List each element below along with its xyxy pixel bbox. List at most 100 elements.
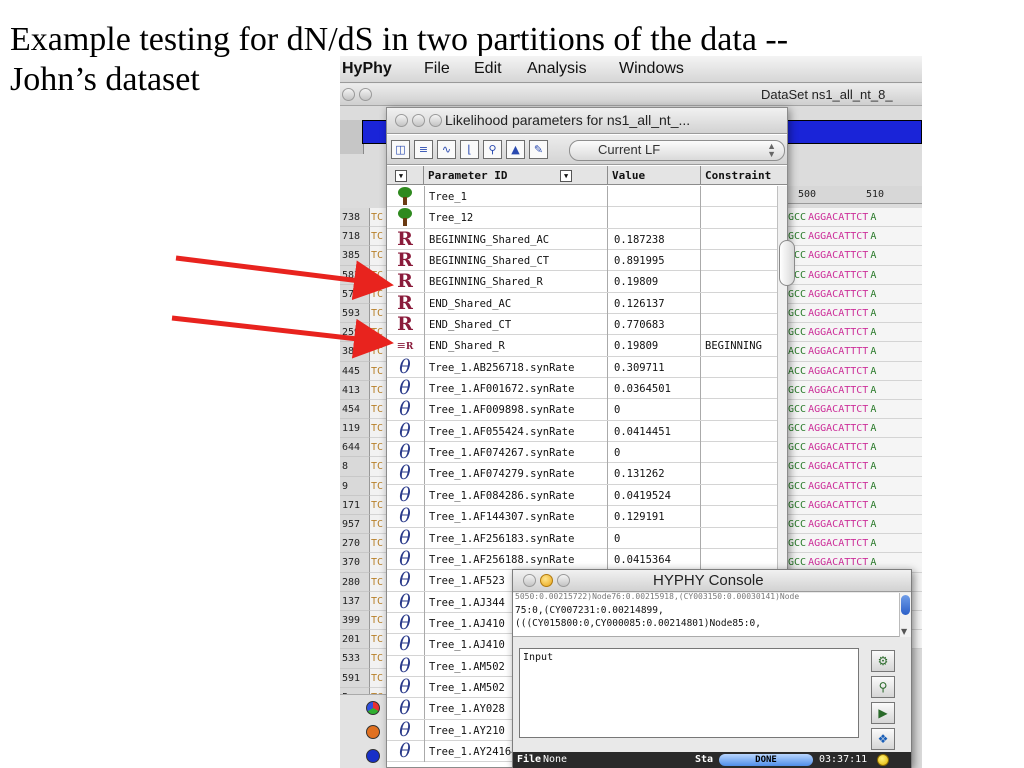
search-icon[interactable]: ⚲ bbox=[871, 676, 895, 698]
sequence-id[interactable]: 644 bbox=[340, 438, 370, 458]
header-constraint[interactable]: Constraint bbox=[701, 166, 787, 184]
parameter-value[interactable]: 0 bbox=[608, 442, 701, 464]
table-row[interactable]: θ Tree_1.AF256183.synRate 0 bbox=[387, 527, 777, 549]
table-row[interactable]: θ Tree_1.AF074267.synRate 0 bbox=[387, 442, 777, 464]
scrollbar-thumb[interactable] bbox=[779, 240, 795, 286]
parameter-value[interactable] bbox=[608, 207, 701, 229]
parameter-constraint[interactable] bbox=[701, 314, 777, 335]
parameter-constraint[interactable] bbox=[701, 463, 777, 484]
sequence-id[interactable]: 533 bbox=[340, 649, 370, 669]
sequence-id[interactable]: 579 bbox=[340, 284, 370, 304]
minimize-button[interactable] bbox=[540, 574, 553, 587]
scrollbar-thumb[interactable] bbox=[901, 595, 910, 615]
console-input[interactable]: Input bbox=[519, 648, 859, 738]
table-row[interactable]: θ Tree_1.AF055424.synRate 0.0414451 bbox=[387, 420, 777, 443]
table-row[interactable]: θ Tree_1.AB256718.synRate 0.309711 bbox=[387, 356, 777, 379]
parameter-constraint[interactable]: BEGINNING bbox=[701, 335, 777, 356]
sequence-id[interactable]: 445 bbox=[340, 361, 370, 381]
table-row[interactable]: θ Tree_1.AF084286.synRate 0.0419524 bbox=[387, 484, 777, 507]
zoom-button[interactable] bbox=[557, 574, 570, 587]
parameter-value[interactable]: 0 bbox=[608, 399, 701, 421]
parameter-constraint[interactable] bbox=[701, 293, 777, 314]
parameter-value[interactable]: 0.187238 bbox=[608, 228, 701, 250]
sequence-alignment-row[interactable]: TGCCAGGACATTCTA bbox=[780, 495, 922, 515]
parameter-constraint[interactable] bbox=[701, 399, 777, 420]
sequence-alignment-row[interactable]: TGCCAGGACATTCTA bbox=[780, 419, 922, 439]
sequence-alignment-row[interactable]: TGCCAGGACATTCTA bbox=[780, 457, 922, 477]
minimize-button[interactable] bbox=[412, 114, 425, 127]
sequence-id[interactable]: 399 bbox=[340, 610, 370, 631]
sequence-id[interactable]: 171 bbox=[340, 495, 370, 515]
table-row[interactable]: ≡R END_Shared_R 0.19809 BEGINNING bbox=[387, 335, 777, 357]
parameter-constraint[interactable] bbox=[701, 485, 777, 506]
tree-icon[interactable]: ▲ bbox=[506, 140, 525, 159]
close-button[interactable] bbox=[523, 574, 536, 587]
table-row[interactable]: θ Tree_1.AF144307.synRate 0.129191 bbox=[387, 506, 777, 528]
console-scrollbar[interactable]: ▼ bbox=[899, 593, 911, 637]
table-row[interactable]: R BEGINNING_Shared_R 0.19809 bbox=[387, 271, 777, 293]
parameter-value[interactable]: 0.0414451 bbox=[608, 420, 701, 442]
settings-icon[interactable]: ⚙ bbox=[871, 650, 895, 672]
copy-params-icon[interactable]: ◫ bbox=[391, 140, 410, 159]
sequence-id[interactable]: 119 bbox=[340, 419, 370, 439]
table-row[interactable]: θ Tree_1.AF074279.synRate 0.131262 bbox=[387, 463, 777, 485]
sequence-id[interactable]: 591 bbox=[340, 668, 370, 688]
table-row[interactable]: R END_Shared_CT 0.770683 bbox=[387, 314, 777, 336]
sequence-id[interactable]: 738 bbox=[340, 208, 370, 228]
menu-analysis[interactable]: Analysis bbox=[527, 60, 587, 78]
close-button[interactable] bbox=[395, 114, 408, 127]
parameter-value[interactable]: 0.0415364 bbox=[608, 548, 701, 570]
parameter-constraint[interactable] bbox=[701, 271, 777, 292]
bracket-icon[interactable]: ⌊ bbox=[460, 140, 479, 159]
sequence-id[interactable]: 259 bbox=[340, 323, 370, 343]
run-icon[interactable]: ▶ bbox=[871, 702, 895, 724]
menu-app-hyphy[interactable]: HyPhy bbox=[342, 60, 392, 78]
sequence-alignment-row[interactable]: TGCCAGGACATTCTA bbox=[780, 227, 922, 247]
table-row[interactable]: θ Tree_1.AF001672.synRate 0.0364501 bbox=[387, 378, 777, 400]
sequence-id[interactable]: 387 bbox=[340, 342, 370, 362]
sequence-id[interactable]: 280 bbox=[340, 572, 370, 592]
sequence-alignment-row[interactable]: TGCCAGGACATTCTA bbox=[780, 323, 922, 343]
navigate-icon[interactable]: ❖ bbox=[871, 728, 895, 750]
header-value[interactable]: Value bbox=[608, 166, 701, 184]
sequence-id[interactable]: 718 bbox=[340, 227, 370, 247]
sequence-alignment-row[interactable]: TGCCAGGACATTCTA bbox=[780, 284, 922, 304]
sequence-id[interactable]: 454 bbox=[340, 399, 370, 420]
parameter-constraint[interactable] bbox=[701, 506, 777, 527]
parameter-constraint[interactable] bbox=[701, 549, 777, 570]
table-row[interactable]: Tree_1 bbox=[387, 186, 777, 208]
chevron-down-icon[interactable]: ▼ bbox=[560, 170, 573, 182]
parameter-constraint[interactable] bbox=[701, 229, 777, 250]
chevron-down-icon[interactable]: ▼ bbox=[901, 627, 907, 636]
sequence-alignment-row[interactable]: TGCCAGGACATTCTA bbox=[780, 515, 922, 535]
chevron-down-icon[interactable]: ▼ bbox=[395, 170, 407, 182]
menu-file[interactable]: File bbox=[424, 60, 450, 78]
parameter-value[interactable]: 0.19809 bbox=[608, 335, 701, 357]
icon-column-header[interactable]: ▼ bbox=[387, 166, 424, 184]
parameter-value[interactable]: 0.0419524 bbox=[608, 484, 701, 506]
close-button[interactable] bbox=[342, 88, 355, 101]
parameter-value[interactable]: 0.891995 bbox=[608, 250, 701, 272]
blue-dot-icon[interactable] bbox=[366, 749, 380, 763]
sequence-id[interactable]: 385 bbox=[340, 246, 370, 266]
table-row[interactable]: R BEGINNING_Shared_AC 0.187238 bbox=[387, 228, 777, 251]
parameter-constraint[interactable] bbox=[701, 357, 777, 378]
table-row[interactable]: R BEGINNING_Shared_CT 0.891995 bbox=[387, 250, 777, 272]
sequence-id[interactable]: 137 bbox=[340, 591, 370, 611]
sequence-id[interactable]: 957 bbox=[340, 515, 370, 535]
sequence-alignment-row[interactable]: TGCCAGGACATTCTA bbox=[780, 399, 922, 420]
parameter-value[interactable]: 0 bbox=[608, 527, 701, 549]
color-wheel-icon[interactable] bbox=[366, 701, 380, 715]
sequence-alignment-row[interactable]: TGCCAGGACATTCTA bbox=[780, 380, 922, 400]
console-output[interactable]: 5050:0.00215722)Node76:0.00215918,(CY003… bbox=[513, 593, 899, 637]
sequence-id[interactable]: 270 bbox=[340, 534, 370, 554]
table-row[interactable]: R END_Shared_AC 0.126137 bbox=[387, 292, 777, 315]
sequence-alignment-row[interactable]: TGCCAGGACATTCTA bbox=[780, 534, 922, 554]
table-row[interactable]: θ Tree_1.AF256188.synRate 0.0415364 bbox=[387, 548, 777, 571]
edit-icon[interactable]: ✎ bbox=[529, 140, 548, 159]
table-row[interactable]: θ Tree_1.AF009898.synRate 0 bbox=[387, 399, 777, 421]
parameter-constraint[interactable] bbox=[701, 250, 777, 271]
sequence-alignment-row[interactable]: TGCCAGGACATTCTA bbox=[780, 265, 922, 285]
sequence-alignment-row[interactable]: TGCCAGGACATTCTA bbox=[780, 208, 922, 228]
parameter-value[interactable]: 0.126137 bbox=[608, 292, 701, 314]
